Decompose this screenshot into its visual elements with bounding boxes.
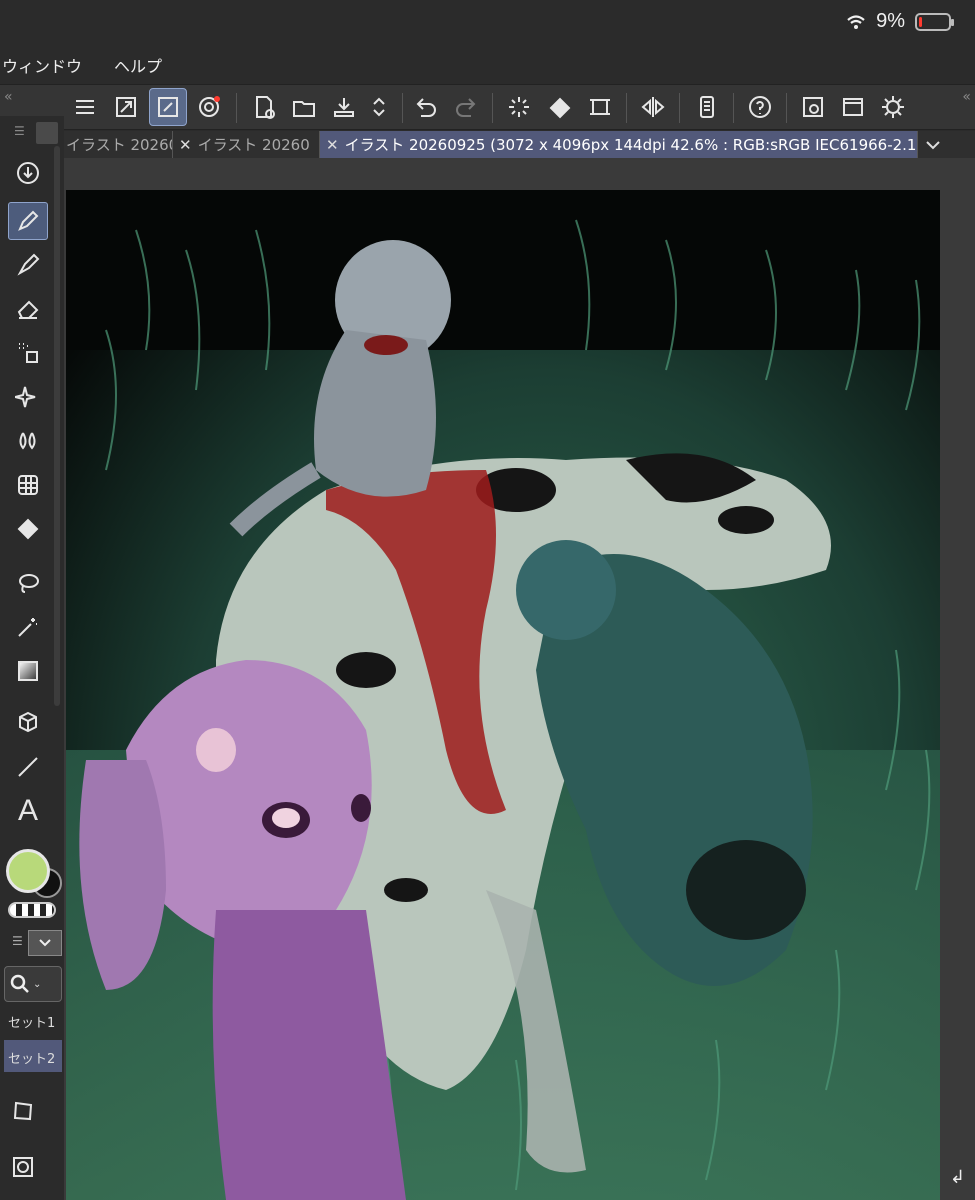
preview-icon[interactable] [794, 88, 832, 126]
toolbar-divider [626, 93, 627, 123]
tab-title: イラスト 20260 [66, 136, 173, 154]
close-icon[interactable]: ✕ [326, 136, 339, 154]
settings-icon[interactable] [874, 88, 912, 126]
document-tab[interactable]: ✕ イラスト 20260 [173, 131, 320, 158]
download-icon[interactable] [8, 154, 48, 192]
menu-bar: ウィンドウ ヘルプ [0, 48, 975, 82]
resize-icon[interactable] [107, 88, 145, 126]
menu-help[interactable]: ヘルプ [112, 53, 162, 77]
brush-icon[interactable] [8, 246, 48, 284]
line-icon[interactable] [8, 748, 48, 786]
battery-percent: 9% [876, 10, 905, 32]
new-canvas-icon[interactable] [245, 88, 283, 126]
illustration-canvas[interactable] [66, 190, 940, 1200]
canvas-area: ↲ [64, 158, 975, 1200]
collapse-left-icon[interactable]: « [4, 89, 13, 105]
menu-icon[interactable] [66, 88, 104, 126]
collapse-right-icon[interactable]: « [962, 89, 971, 105]
command-bar: « « [0, 84, 975, 130]
up-down-icon[interactable] [360, 88, 398, 126]
set-item[interactable]: セット1 [4, 1004, 62, 1036]
toolbar-divider [679, 93, 680, 123]
open-folder-icon[interactable] [285, 88, 323, 126]
navigator-icon[interactable] [8, 1152, 38, 1182]
status-indicators: 9% [846, 10, 954, 33]
tab-title: イラスト 20260 [197, 136, 310, 154]
tool-palette: ☰ A ☰ ⌄ セット1 セット2 [0, 116, 64, 1200]
document-tabs: イラスト 20260 ✕ イラスト 20260 ✕ イラスト 20260925 (3… [60, 131, 975, 158]
toolbar-divider [402, 93, 403, 123]
sparkle-icon[interactable] [8, 378, 48, 416]
record-icon[interactable] [190, 88, 228, 126]
battery-icon [915, 12, 954, 31]
toolbar-divider [492, 93, 493, 123]
material-search[interactable]: ⌄ [4, 966, 62, 1002]
tab-title: イラスト 20260925 (3072 x 4096px 144dpi 42.6… [344, 136, 918, 154]
wifi-icon [847, 14, 865, 29]
loading-icon[interactable] [500, 88, 538, 126]
save-icon[interactable] [325, 88, 363, 126]
edit-icon[interactable] [149, 88, 187, 126]
blend-icon[interactable] [8, 422, 48, 460]
crop-icon[interactable] [581, 88, 619, 126]
eraser-icon[interactable] [8, 290, 48, 328]
palette-scrollbar[interactable] [54, 146, 60, 706]
fill-bucket-icon[interactable] [8, 510, 48, 548]
text-tool-glyph: A [17, 794, 38, 827]
sub-palette-dropdown[interactable] [28, 930, 62, 956]
palette-pen-tab[interactable] [36, 122, 58, 144]
phone-icon[interactable] [688, 88, 726, 126]
flip-icon[interactable] [634, 88, 672, 126]
airbrush-icon[interactable] [8, 334, 48, 372]
palette-header: ☰ [0, 116, 64, 146]
set-item-active[interactable]: セット2 [4, 1040, 62, 1072]
toolbar-divider [236, 93, 237, 123]
corner-resize-icon[interactable]: ↲ [950, 1167, 965, 1188]
help-icon[interactable] [741, 88, 779, 126]
close-icon[interactable]: ✕ [179, 136, 192, 154]
battery-level [919, 16, 922, 27]
transform-icon[interactable] [8, 1096, 38, 1126]
search-icon [10, 974, 29, 993]
chevron-down-icon[interactable] [918, 131, 948, 158]
menu-window[interactable]: ウィンドウ [0, 53, 82, 77]
illustration-artwork [66, 190, 940, 1200]
palette-menu-icon[interactable]: ☰ [14, 124, 25, 138]
magic-wand-icon[interactable] [8, 608, 48, 646]
document-tab-active[interactable]: ✕ イラスト 20260925 (3072 x 4096px 144dpi 42.… [320, 131, 918, 158]
3d-icon[interactable] [8, 704, 48, 742]
text-icon[interactable]: A [8, 792, 48, 830]
sub-palette-menu-icon[interactable]: ☰ [12, 934, 23, 948]
window-icon[interactable] [834, 88, 872, 126]
chevron-down-icon[interactable]: ⌄ [33, 979, 41, 990]
toolbar-divider [786, 93, 787, 123]
lasso-icon[interactable] [8, 564, 48, 602]
pen-icon[interactable] [8, 202, 48, 240]
undo-icon[interactable] [407, 88, 445, 126]
redo-icon[interactable] [447, 88, 485, 126]
document-tab[interactable]: イラスト 20260 [60, 131, 173, 158]
transparent-color-chip[interactable] [8, 902, 56, 918]
status-bar: 9% [0, 0, 975, 46]
gradient-icon[interactable] [8, 652, 48, 690]
toolbar-divider [733, 93, 734, 123]
grid-icon[interactable] [8, 466, 48, 504]
main-color-swatch[interactable] [6, 849, 50, 893]
fill-icon[interactable] [541, 88, 579, 126]
